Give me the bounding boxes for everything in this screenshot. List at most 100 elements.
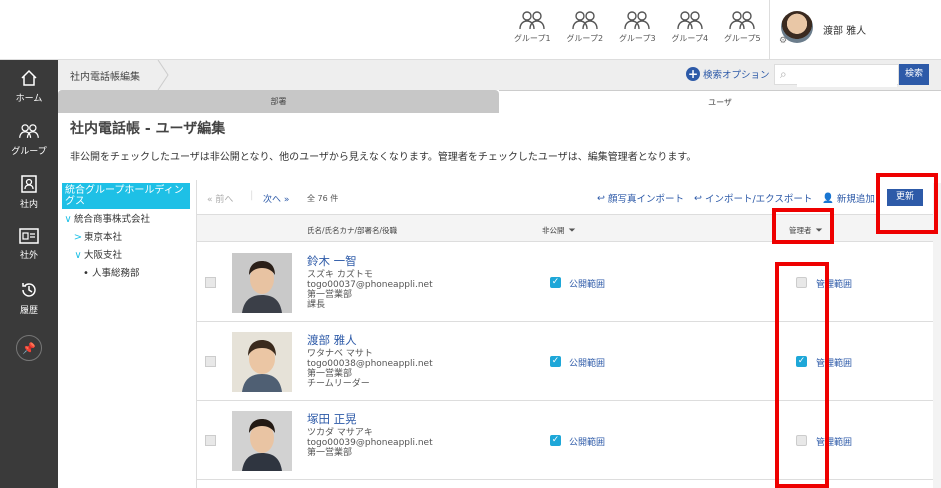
breadcrumb: 社内電話帳編集 + 検索オプション ⌕ 検索: [58, 60, 941, 90]
tab-departments[interactable]: 部署: [58, 90, 499, 113]
add-user-label: 新規追加: [836, 194, 875, 205]
user-email: togo00039@phoneappli.net: [307, 438, 433, 448]
group-icon: [677, 11, 703, 30]
tree-item-label: 統合商事株式会社: [74, 214, 151, 225]
page-title: 社内電話帳 - ユーザ編集: [70, 121, 226, 137]
row-select-checkbox[interactable]: [205, 277, 216, 288]
group-label: グループ1: [513, 34, 551, 43]
sidebar-item-internal[interactable]: 社内: [0, 166, 58, 219]
sidebar-item-history[interactable]: 履歴: [0, 272, 58, 325]
group-label: グループ5: [723, 34, 761, 43]
user-email: togo00038@phoneappli.net: [307, 359, 433, 369]
group-icon: [624, 11, 650, 30]
private-checkbox[interactable]: ✓: [550, 435, 561, 446]
user-name-link[interactable]: 塚田 正晃: [307, 411, 357, 427]
chevron-down-icon[interactable]: ∨: [62, 211, 74, 229]
tree-item[interactable]: ∨ 統合商事株式会社: [58, 211, 194, 229]
group-icon: [19, 124, 39, 138]
id-card-icon: [19, 228, 39, 244]
import-export-button[interactable]: ↩ インポート/エクスポート: [694, 191, 812, 206]
page-description: 非公開をチェックしたユーザは非公開となり、他のユーザから見えなくなります。管理者…: [70, 152, 697, 163]
column-header-name[interactable]: 氏名/氏名カナ/部署名/役職: [307, 225, 397, 236]
user-details: ツカダ マサアキ togo00039@phoneappli.net 第一営業部: [307, 428, 433, 458]
public-scope-link[interactable]: 公開範囲: [569, 356, 605, 369]
group-icon: [572, 11, 598, 30]
highlight-box-admin-header: [772, 208, 834, 244]
tree-item[interactable]: ∨ 大阪支社: [58, 247, 194, 265]
sidebar-item-home[interactable]: ホーム: [0, 60, 58, 113]
group-shortcut-5[interactable]: グループ5: [716, 10, 769, 44]
photo-import-label: 顔写真インポート: [607, 194, 684, 205]
top-bar: グループ1 グループ2 グループ3 グループ4 グループ5 ⚙ 渡部 雅人: [0, 0, 941, 60]
group-shortcut-2[interactable]: グループ2: [559, 10, 612, 44]
user-photo: [232, 332, 292, 392]
company-book-icon: [21, 175, 37, 193]
tree-item[interactable]: • 人事総務部: [58, 265, 194, 283]
tree-item-label: 東京本社: [84, 232, 123, 243]
sidebar-item-label: ホーム: [15, 94, 43, 104]
row-select-checkbox[interactable]: [205, 435, 216, 446]
divider: [769, 0, 770, 60]
user-kana: ツカダ マサアキ: [307, 428, 373, 438]
search-button[interactable]: 検索: [899, 64, 929, 85]
user-photo: [232, 411, 292, 471]
divider: |: [250, 190, 254, 201]
photo-import-button[interactable]: ↩ 顔写真インポート: [597, 191, 684, 206]
column-header-private[interactable]: 非公開 ⏷: [542, 225, 576, 236]
sidebar-item-label: 社内: [19, 200, 38, 210]
department-tree: 統合グループホールディングス ∨ 統合商事株式会社 > 東京本社 ∨ 大阪支社 …: [58, 183, 194, 283]
user-name-link[interactable]: 鈴木 一智: [307, 253, 357, 269]
group-shortcut-3[interactable]: グループ3: [611, 10, 664, 44]
reply-arrow-icon: ↩: [694, 192, 702, 204]
search-option-label: 検索オプション: [703, 70, 770, 81]
sidebar-item-label: グループ: [11, 147, 47, 157]
highlight-box-update: [876, 173, 938, 234]
sidebar-item-external[interactable]: 社外: [0, 219, 58, 272]
user-name-link[interactable]: 渡部 雅人: [307, 332, 357, 348]
reply-arrow-icon: ↩: [597, 192, 605, 204]
column-header-label: 氏名/氏名カナ/部署名/役職: [307, 226, 398, 235]
search-icon: ⌕: [780, 67, 787, 81]
public-scope-link[interactable]: 公開範囲: [569, 277, 605, 290]
next-label: 次へ: [263, 195, 282, 205]
search-option-button[interactable]: + 検索オプション: [686, 67, 770, 81]
filter-icon[interactable]: ⏷: [569, 226, 576, 236]
tab-users[interactable]: ユーザ: [499, 90, 941, 113]
total-count: 全 76 件: [307, 194, 339, 203]
group-label: グループ3: [618, 34, 656, 43]
home-icon: [21, 69, 37, 86]
plus-circle-icon: +: [686, 67, 700, 81]
gear-icon[interactable]: ⚙: [779, 36, 787, 46]
public-scope-link[interactable]: 公開範囲: [569, 435, 605, 448]
tree-item[interactable]: > 東京本社: [58, 229, 194, 247]
column-header-label: 非公開: [542, 226, 565, 235]
private-checkbox[interactable]: ✓: [550, 277, 561, 288]
private-checkbox[interactable]: ✓: [550, 356, 561, 367]
group-icon: [729, 11, 755, 30]
group-shortcut-4[interactable]: グループ4: [664, 10, 717, 44]
user-kana: スズキ カズトモ: [307, 270, 373, 280]
user-details: スズキ カズトモ togo00037@phoneappli.net 第一営業部 …: [307, 270, 433, 310]
prev-label: 前へ: [215, 195, 234, 205]
group-shortcut-1[interactable]: グループ1: [506, 10, 559, 44]
user-name[interactable]: 渡部 雅人: [823, 22, 866, 37]
user-dept: 第一営業部: [307, 369, 353, 379]
user-email: togo00037@phoneappli.net: [307, 280, 433, 290]
breadcrumb-current[interactable]: 社内電話帳編集: [70, 68, 140, 83]
chevron-right-icon[interactable]: >: [72, 229, 84, 247]
chevron-right-icon: [157, 60, 169, 90]
user-dept: 第一営業部: [307, 290, 353, 300]
sidebar-item-group[interactable]: グループ: [0, 113, 58, 166]
group-shortcuts: グループ1 グループ2 グループ3 グループ4 グループ5: [506, 10, 769, 44]
search-input[interactable]: [797, 67, 897, 87]
tabs: 部署 ユーザ: [58, 90, 941, 113]
next-page-button[interactable]: 次へ »: [263, 192, 289, 205]
prev-page-button[interactable]: « 前へ: [207, 192, 233, 205]
user-title: 課長: [307, 300, 326, 310]
tree-root[interactable]: 統合グループホールディングス: [62, 183, 190, 209]
row-select-checkbox[interactable]: [205, 356, 216, 367]
pin-icon[interactable]: 📌: [16, 335, 42, 361]
add-user-button[interactable]: 👤 新規追加: [822, 191, 875, 206]
highlight-box-admin-column: [775, 262, 829, 488]
chevron-down-icon[interactable]: ∨: [72, 247, 84, 265]
